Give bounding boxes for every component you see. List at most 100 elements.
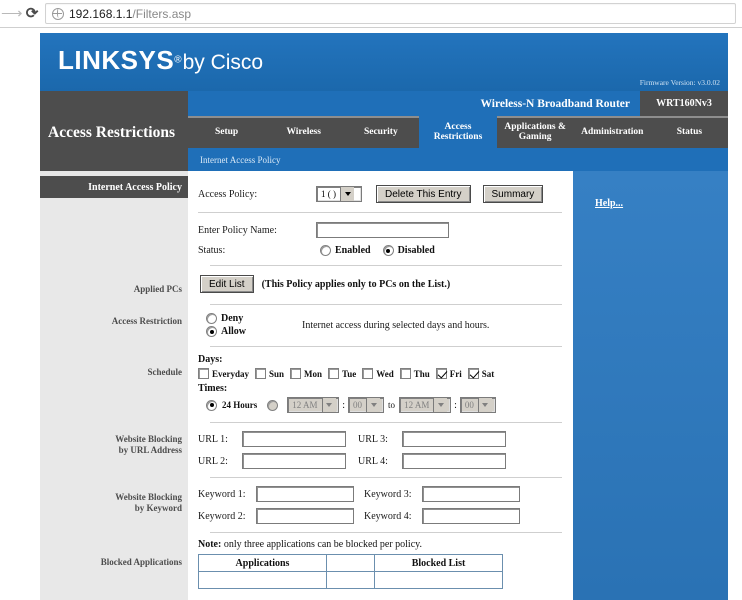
day-thu-checkbox[interactable]: [399, 368, 411, 379]
time-from-colon: :: [342, 399, 346, 411]
divider-1: [198, 212, 562, 213]
restriction-note: Internet access during selected days and…: [302, 319, 490, 331]
url-bar[interactable]: 192.168.1.1/Filters.asp: [45, 3, 736, 24]
day-fri-checkbox[interactable]: [435, 368, 447, 379]
status-disabled-label: Disabled: [397, 245, 435, 256]
help-link[interactable]: Help...: [595, 198, 623, 209]
tab-wireless[interactable]: Wireless: [265, 118, 342, 148]
sub-tab-bar: Internet Access Policy: [40, 148, 728, 171]
globe-icon: [52, 7, 64, 20]
tab-access-restrictions[interactable]: Access Restrictions: [419, 116, 497, 148]
forward-arrow-icon[interactable]: ⟶: [1, 6, 23, 21]
status-enabled-radio[interactable]: [320, 245, 331, 256]
policy-name-label: Enter Policy Name:: [198, 224, 277, 236]
status-enabled-label: Enabled: [335, 245, 371, 256]
allow-option: Allow: [198, 326, 246, 337]
status-disabled-radio[interactable]: [382, 245, 394, 256]
time-to-minute-select[interactable]: 00: [459, 397, 496, 413]
keyword-1-input[interactable]: [256, 486, 354, 502]
logo-brand-text: LINKSYS: [58, 45, 175, 75]
tab-setup[interactable]: Setup: [188, 118, 265, 148]
day-sat-label: Sat: [481, 368, 495, 379]
sidebar-kw-block-line2: by Keyword: [134, 503, 182, 514]
router-name-text: Wireless-N Broadband Router: [480, 97, 630, 110]
day-fri-label: Fri: [449, 368, 462, 379]
times-label: Times:: [198, 383, 228, 394]
url-4-input[interactable]: [402, 453, 506, 469]
blocked-list-cell[interactable]: [374, 571, 503, 589]
keyword-3-label: Keyword 3:: [364, 488, 412, 500]
chevron-down-icon: [321, 398, 336, 412]
applications-list-cell[interactable]: [198, 571, 327, 589]
divider-4: [210, 346, 562, 347]
times-custom-radio[interactable]: [267, 399, 279, 411]
sidebar-url-block-line1: Website Blocking: [115, 434, 182, 444]
access-policy-select[interactable]: 1 ( ): [316, 186, 362, 202]
sidebar-item-schedule: Schedule: [147, 367, 182, 377]
logo-suffix-text: by Cisco: [182, 51, 264, 74]
edit-list-button[interactable]: Edit List: [200, 275, 254, 293]
help-panel: Help...: [570, 171, 728, 600]
access-restriction-row: Deny Allow Internet access during select…: [198, 313, 570, 337]
access-restriction-radio-group: Deny Allow: [198, 313, 246, 337]
day-thu[interactable]: Thu: [399, 368, 430, 379]
day-fri[interactable]: Fri: [435, 368, 462, 379]
time-from-hour-value: 12 AM: [292, 400, 318, 410]
keyword-1-label: Keyword 1:: [198, 488, 246, 500]
access-policy-label: Access Policy:: [198, 188, 258, 200]
tab-administration[interactable]: Administration: [574, 118, 651, 148]
keyword-2-input[interactable]: [256, 508, 354, 524]
url-1-label: URL 1:: [198, 433, 228, 445]
day-mon-checkbox[interactable]: [290, 368, 302, 379]
day-sat-checkbox[interactable]: [467, 368, 479, 379]
day-mon-label: Mon: [304, 368, 323, 379]
sidebar-item-website-blocking-url: Website Blocking by URL Address: [52, 434, 182, 457]
day-everyday-checkbox[interactable]: [198, 368, 209, 379]
summary-button[interactable]: Summary: [482, 185, 544, 203]
day-mon[interactable]: Mon: [290, 368, 322, 379]
keyword-3-input[interactable]: [422, 486, 520, 502]
policy-name-input[interactable]: [316, 222, 449, 238]
time-to-hour-select[interactable]: 12 AM: [399, 397, 452, 413]
tab-status[interactable]: Status: [651, 118, 728, 148]
day-everyday[interactable]: Everyday: [198, 368, 249, 379]
delete-this-entry-button[interactable]: Delete This Entry: [376, 185, 471, 203]
times-24hours-label: 24 Hours: [222, 400, 258, 410]
router-identity-bar: Wireless-N Broadband Router WRT160Nv3: [40, 91, 728, 116]
tab-applications-and-gaming[interactable]: Applications & Gaming: [497, 118, 574, 148]
day-sat[interactable]: Sat: [467, 368, 495, 379]
time-from-hour-select[interactable]: 12 AM: [287, 397, 340, 413]
times-24hours-radio[interactable]: [206, 399, 217, 411]
subtab-internet-access-policy[interactable]: Internet Access Policy: [200, 155, 280, 165]
chevron-down-icon: [477, 398, 492, 412]
router-name-area: Wireless-N Broadband Router: [188, 91, 640, 116]
deny-label: Deny: [221, 313, 244, 324]
day-sun[interactable]: Sun: [255, 368, 284, 379]
url-3-input[interactable]: [402, 431, 506, 447]
keyword-row-1: Keyword 1: Keyword 3:: [198, 486, 570, 502]
day-wed-checkbox[interactable]: [362, 368, 374, 379]
deny-radio[interactable]: [206, 313, 217, 324]
reload-icon[interactable]: ⟳: [19, 4, 45, 23]
keyword-4-input[interactable]: [422, 508, 520, 524]
time-to-hour-value: 12 AM: [404, 400, 430, 410]
url-host-text: 192.168.1.1: [69, 6, 133, 21]
blocked-apps-note-bold: Note:: [198, 539, 222, 550]
url-1-input[interactable]: [242, 431, 346, 447]
day-tue-checkbox[interactable]: [328, 368, 340, 379]
allow-radio[interactable]: [206, 326, 217, 337]
day-sun-checkbox[interactable]: [255, 368, 266, 379]
url-path-text: /Filters.asp: [132, 6, 192, 21]
time-from-minute-select[interactable]: 00: [348, 397, 385, 413]
day-everyday-label: Everyday: [212, 368, 249, 379]
url-2-input[interactable]: [242, 453, 346, 469]
divider-3: [210, 304, 562, 305]
divider-6: [210, 477, 562, 478]
actions-cell[interactable]: [326, 571, 375, 589]
day-tue[interactable]: Tue: [328, 368, 356, 379]
tab-security[interactable]: Security: [342, 118, 419, 148]
day-wed[interactable]: Wed: [362, 368, 394, 379]
time-from-minute-value: 00: [353, 400, 363, 410]
divider-5: [210, 422, 562, 423]
router-admin-page: LINKSYS®by Cisco Firmware Version: v3.0.…: [40, 33, 728, 600]
